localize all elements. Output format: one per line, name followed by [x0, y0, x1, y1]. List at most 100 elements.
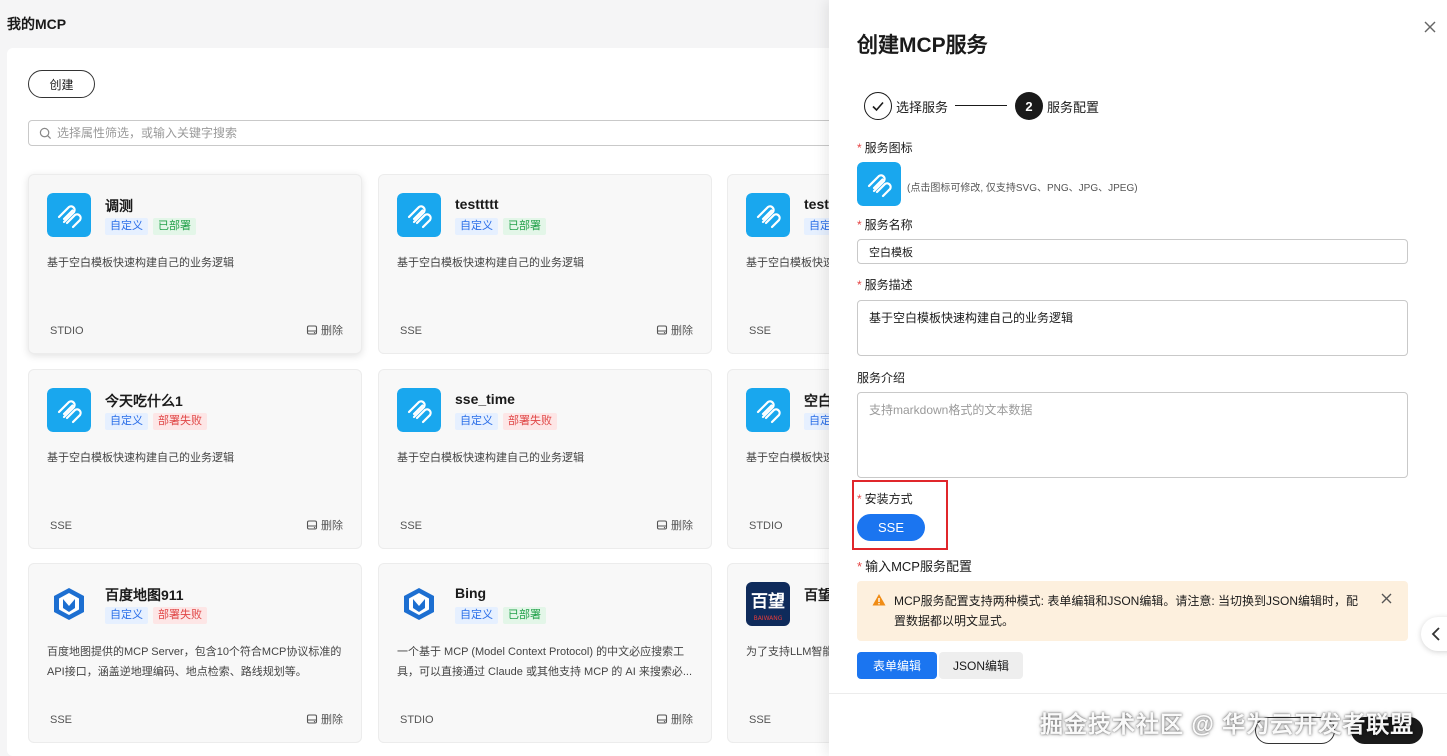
custom-badge: 自定义: [455, 218, 498, 235]
status-badge: 部署失败: [503, 413, 557, 430]
delete-label: 删除: [321, 714, 343, 726]
warning-icon: [872, 594, 886, 606]
card-description: 基于空白模板快速构建自己的业务逻辑: [47, 257, 234, 269]
custom-badge: 自定义: [455, 413, 498, 430]
check-icon: [872, 101, 884, 112]
config-field-label: * 输入MCP服务配置: [857, 559, 972, 574]
mcp-card[interactable]: Bing 自定义 已部署一个基于 MCP (Model Context Protoc…: [378, 563, 712, 743]
mcp-card[interactable]: 调测自定义 已部署基于空白模板快速构建自己的业务逻辑 STDIO 删除: [28, 174, 362, 354]
service-description-textarea[interactable]: [857, 300, 1408, 356]
custom-badge: 自定义: [105, 218, 148, 235]
trash-icon: [656, 714, 668, 724]
trash-icon: [656, 520, 668, 530]
status-badge: 部署失败: [153, 607, 207, 624]
card-description: 基于空白模板快速构建自己的业务逻辑: [397, 452, 584, 464]
card-title: testtttt: [455, 196, 499, 212]
status-badge: 已部署: [153, 218, 196, 235]
install-sse-button[interactable]: SSE: [857, 514, 925, 541]
delete-label: 删除: [321, 520, 343, 532]
card-tags: 自定义 部署失败: [105, 413, 207, 430]
mcp-card[interactable]: 百度地图911 自定义 部署失败百度地图提供的MCP Server，包含10个符合M…: [28, 563, 362, 743]
custom-badge: 自定义: [105, 413, 148, 430]
drawer-title: 创建MCP服务: [857, 34, 988, 57]
step-2-label: 服务配置: [1047, 100, 1100, 115]
service-name-input[interactable]: [857, 239, 1408, 264]
mcp-logo-icon[interactable]: [857, 162, 901, 206]
card-title: Bing: [455, 585, 487, 601]
step-2-indicator: 2: [1015, 92, 1043, 120]
trash-icon: [306, 520, 318, 530]
card-description: 一个基于 MCP (Model Context Protocol) 的中文必应搜…: [397, 646, 693, 678]
card-tags: 自定义 已部署: [105, 218, 196, 235]
watermark-text: 掘金技术社区 @ 华为云开发者联盟: [1040, 711, 1415, 737]
trash-icon: [656, 325, 668, 335]
card-transport-type: SSE: [749, 714, 772, 726]
card-tags: 自定义 已部署: [455, 607, 546, 624]
search-bar[interactable]: [28, 120, 847, 146]
bing-logo-icon: [404, 588, 434, 620]
card-transport-type: STDIO: [50, 325, 84, 337]
svg-text:BAIWANG: BAIWANG: [754, 615, 783, 622]
card-transport-type: STDIO: [400, 714, 434, 726]
delete-label: 删除: [671, 520, 693, 532]
card-tags: 自定义 部署失败: [105, 607, 207, 624]
footer-divider: [829, 693, 1447, 694]
tab-json-edit[interactable]: JSON编辑: [939, 652, 1023, 679]
icon-hint: (点击图标可修改, 仅支持SVG、PNG、JPG、JPEG): [907, 183, 1138, 194]
collapse-toggle[interactable]: [1421, 617, 1447, 651]
delete-button[interactable]: 删除: [306, 711, 343, 727]
mcp-list-panel: 创建 调测自定义已部署基于空白模板快速构建自己的业务逻辑STDIO删除testt…: [7, 48, 847, 756]
card-description: 百度地图提供的MCP Server，包含10个符合MCP协议标准的API接口，涵…: [47, 646, 342, 678]
mcp-card[interactable]: sse_time 自定义 部署失败基于空白模板快速构建自己的业务逻辑 SSE 删除: [378, 369, 712, 549]
mcp-logo-icon: [746, 193, 790, 237]
delete-button[interactable]: 删除: [306, 322, 343, 338]
custom-badge: 自定义: [455, 607, 498, 624]
card-description: 基于空白模板快速构建自己的业务逻辑: [397, 257, 584, 269]
card-transport-type: SSE: [400, 520, 423, 532]
card-title: 百度地图911: [105, 587, 184, 603]
mcp-logo-icon: [397, 193, 441, 237]
search-icon: [39, 127, 52, 139]
intro-field-label: 服务介绍: [857, 371, 906, 385]
card-transport-type: STDIO: [749, 520, 783, 532]
step-1-indicator: [864, 92, 892, 120]
delete-button[interactable]: 删除: [656, 711, 693, 727]
delete-button[interactable]: 删除: [656, 322, 693, 338]
mcp-logo-icon: [47, 193, 91, 237]
status-badge: 部署失败: [153, 413, 207, 430]
mcp-logo-icon: [397, 388, 441, 432]
search-input[interactable]: [57, 126, 817, 140]
tab-form-edit[interactable]: 表单编辑: [857, 652, 937, 679]
card-title: 空白: [804, 393, 832, 409]
create-mcp-drawer: 创建MCP服务 选择服务 2 服务配置 * 服务图标 (点击图标可修改, 仅支持S…: [829, 0, 1447, 756]
delete-label: 删除: [671, 714, 693, 726]
step-1-label: 选择服务: [896, 100, 949, 115]
create-button[interactable]: 创建: [28, 70, 95, 98]
step-connector: [955, 105, 1007, 106]
card-tags: 自定义 已部署: [455, 218, 546, 235]
card-title: 百望: [804, 587, 832, 603]
mcp-logo-icon: [746, 388, 790, 432]
desc-field-label: * 服务描述: [857, 278, 913, 292]
delete-button[interactable]: 删除: [306, 517, 343, 533]
baiwang-logo-icon: 百望 BAIWANG: [746, 582, 790, 626]
install-field-label: * 安装方式: [857, 492, 913, 506]
service-intro-textarea[interactable]: [857, 392, 1408, 478]
card-title: sse_time: [455, 391, 515, 407]
card-description: 基于空白模板快速构建自己的业务逻辑: [47, 452, 234, 464]
baidu-map-logo-icon: [54, 588, 84, 620]
mcp-card[interactable]: 今天吃什么1 自定义 部署失败 基于空白模板快速构建自己的业务逻辑 SSE 删除: [28, 369, 362, 549]
alert-close-icon[interactable]: [1381, 593, 1392, 604]
name-field-label: * 服务名称: [857, 218, 913, 232]
card-transport-type: SSE: [400, 325, 423, 337]
chevron-left-icon: [1431, 627, 1440, 641]
card-title: 调测: [105, 198, 133, 214]
mcp-card[interactable]: testtttt 自定义 已部署基于空白模板快速构建自己的业务逻辑 SSE 删除: [378, 174, 712, 354]
svg-text:百望: 百望: [751, 591, 785, 612]
card-transport-type: SSE: [50, 714, 73, 726]
close-icon[interactable]: [1422, 19, 1438, 35]
delete-button[interactable]: 删除: [656, 517, 693, 533]
mcp-logo-icon: [47, 388, 91, 432]
card-title: test: [804, 196, 829, 212]
page-title: 我的MCP: [7, 16, 67, 32]
